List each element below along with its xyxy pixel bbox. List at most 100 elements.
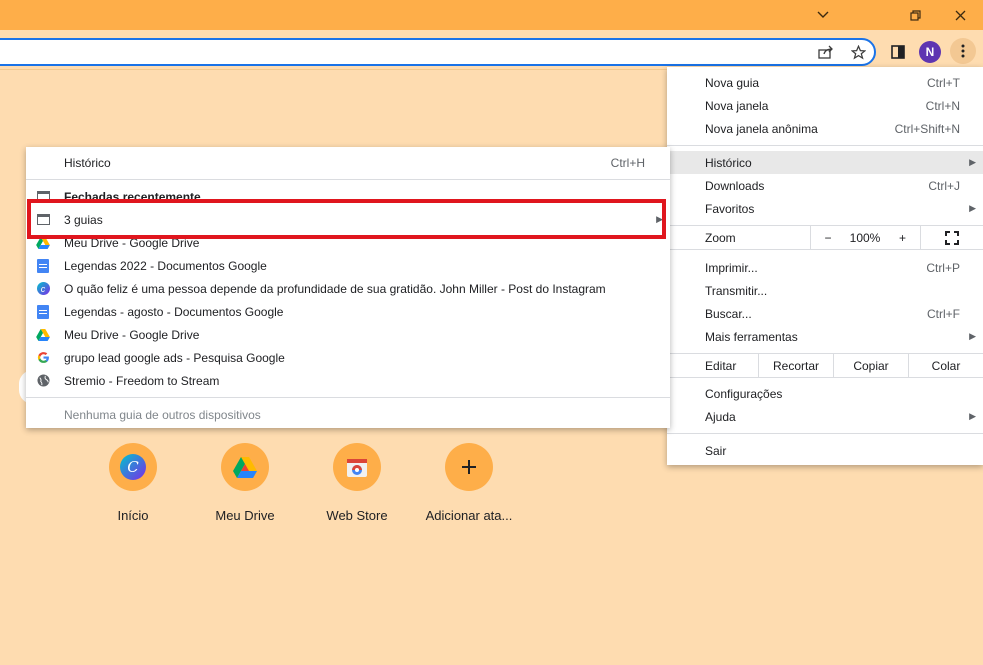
history-item[interactable]: c O quão feliz é uma pessoa depende da p… — [26, 277, 670, 300]
star-icon[interactable] — [846, 40, 870, 64]
google-drive-icon — [221, 443, 269, 491]
history-item[interactable]: Legendas - agosto - Documentos Google — [26, 300, 670, 323]
side-panel-icon[interactable] — [886, 40, 910, 64]
menu-item-label: Buscar... — [705, 306, 752, 321]
zoom-in-button[interactable]: + — [885, 226, 920, 249]
share-icon[interactable] — [814, 40, 838, 64]
menu-item-history[interactable]: Histórico ▶ — [667, 151, 983, 174]
google-drive-icon — [36, 328, 50, 342]
menu-item-label: Histórico — [705, 155, 752, 170]
menu-item-label: Sair — [705, 443, 727, 458]
menu-item-label: Mais ferramentas — [705, 329, 798, 344]
menu-item-shortcut: Ctrl+F — [927, 306, 960, 321]
address-bar[interactable] — [0, 38, 876, 66]
history-item[interactable]: Stremio - Freedom to Stream — [26, 369, 670, 392]
menu-item-label: Ajuda — [705, 409, 736, 424]
highlight-annotation-box — [27, 199, 666, 239]
no-other-devices-item: Nenhuma guia de outros dispositivos — [26, 403, 670, 426]
fullscreen-icon[interactable] — [920, 226, 983, 249]
menu-item-print[interactable]: Imprimir... Ctrl+P — [667, 256, 983, 279]
menu-item-bookmarks[interactable]: Favoritos ▶ — [667, 197, 983, 220]
chrome-main-menu: Nova guia Ctrl+T Nova janela Ctrl+N Nova… — [667, 67, 983, 465]
menu-item-cast[interactable]: Transmitir... — [667, 279, 983, 302]
menu-item-shortcut: Ctrl+Shift+N — [894, 121, 960, 136]
menu-item-find[interactable]: Buscar... Ctrl+F — [667, 302, 983, 325]
menu-separator — [667, 145, 983, 146]
menu-item-new-window[interactable]: Nova janela Ctrl+N — [667, 94, 983, 117]
history-item[interactable]: Legendas 2022 - Documentos Google — [26, 254, 670, 277]
globe-icon — [36, 374, 50, 388]
menu-item-label: Nova janela — [705, 98, 769, 113]
zoom-label: Zoom — [705, 231, 736, 245]
copy-button[interactable]: Copiar — [833, 354, 908, 377]
plus-icon — [445, 443, 493, 491]
menu-item-label: Nenhuma guia de outros dispositivos — [64, 407, 261, 422]
menu-item-label: Downloads — [705, 178, 765, 193]
menu-item-more-tools[interactable]: Mais ferramentas ▶ — [667, 325, 983, 348]
profile-avatar[interactable]: N — [919, 41, 941, 63]
zoom-row: Zoom − 100% + — [667, 226, 983, 249]
menu-item-help[interactable]: Ajuda ▶ — [667, 405, 983, 428]
chevron-right-icon: ▶ — [969, 331, 976, 341]
menu-item-label: Legendas - agosto - Documentos Google — [64, 304, 284, 319]
shortcut-tile-web-store[interactable]: Web Store — [302, 443, 412, 523]
history-submenu: Histórico Ctrl+H Fechadas recentemente 3… — [26, 147, 670, 428]
menu-item-incognito[interactable]: Nova janela anônima Ctrl+Shift+N — [667, 117, 983, 140]
menu-separator — [26, 397, 670, 398]
menu-item-settings[interactable]: Configurações — [667, 382, 983, 405]
chevron-right-icon: ▶ — [969, 411, 976, 421]
chevron-down-icon[interactable] — [800, 0, 846, 30]
menu-item-label: Nova guia — [705, 75, 760, 90]
menu-item-label: grupo lead google ads - Pesquisa Google — [64, 350, 285, 365]
menu-item-label: Nova janela anônima — [705, 121, 818, 136]
shortcut-label: Início — [117, 508, 149, 523]
restore-icon[interactable] — [892, 0, 938, 30]
browser-toolbar: N — [0, 30, 983, 70]
shortcut-label: Adicionar ata... — [425, 508, 513, 523]
history-item[interactable]: grupo lead google ads - Pesquisa Google — [26, 346, 670, 369]
menu-item-downloads[interactable]: Downloads Ctrl+J — [667, 174, 983, 197]
submenu-item-history[interactable]: Histórico Ctrl+H — [26, 151, 670, 174]
web-store-icon — [333, 443, 381, 491]
menu-item-shortcut: Ctrl+N — [925, 98, 960, 113]
menu-item-shortcut: Ctrl+T — [927, 75, 960, 90]
menu-item-exit[interactable]: Sair — [667, 439, 983, 462]
menu-separator — [667, 433, 983, 434]
menu-item-shortcut: Ctrl+P — [926, 260, 960, 275]
close-icon[interactable] — [937, 0, 983, 30]
history-item[interactable]: Meu Drive - Google Drive — [26, 323, 670, 346]
menu-item-new-tab[interactable]: Nova guia Ctrl+T — [667, 71, 983, 94]
menu-item-label: Favoritos — [705, 201, 755, 216]
menu-item-label: Configurações — [705, 386, 783, 401]
more-options-icon[interactable] — [950, 38, 976, 64]
menu-item-label: O quão feliz é uma pessoa depende da pro… — [64, 281, 606, 296]
chevron-right-icon: ▶ — [969, 157, 976, 167]
menu-item-shortcut: Ctrl+H — [610, 155, 645, 170]
svg-text:C: C — [127, 458, 139, 476]
paste-button[interactable]: Colar — [908, 354, 983, 377]
google-docs-icon — [36, 304, 50, 319]
menu-separator — [26, 179, 670, 180]
menu-item-label: Meu Drive - Google Drive — [64, 327, 200, 342]
zoom-out-button[interactable]: − — [810, 226, 845, 249]
menu-item-shortcut: Ctrl+J — [928, 178, 960, 193]
canva-icon: C — [109, 443, 157, 491]
shortcut-tile-inicio[interactable]: C Início — [78, 443, 188, 523]
shortcut-tile-meu-drive[interactable]: Meu Drive — [190, 443, 300, 523]
edit-label: Editar — [705, 359, 737, 373]
menu-item-label: Imprimir... — [705, 260, 758, 275]
google-icon — [36, 351, 50, 365]
shortcut-label: Meu Drive — [215, 508, 275, 523]
menu-item-label: Histórico — [64, 155, 111, 170]
google-docs-icon — [36, 258, 50, 273]
menu-separator — [667, 377, 983, 378]
cut-button[interactable]: Recortar — [758, 354, 833, 377]
shortcut-tile-add[interactable]: Adicionar ata... — [414, 443, 524, 523]
chevron-right-icon: ▶ — [969, 203, 976, 213]
menu-item-label: Transmitir... — [705, 283, 768, 298]
canva-icon: c — [36, 282, 50, 296]
menu-separator — [667, 249, 983, 250]
title-bar — [0, 0, 983, 30]
menu-item-label: Stremio - Freedom to Stream — [64, 373, 220, 388]
zoom-value: 100% — [849, 230, 881, 245]
